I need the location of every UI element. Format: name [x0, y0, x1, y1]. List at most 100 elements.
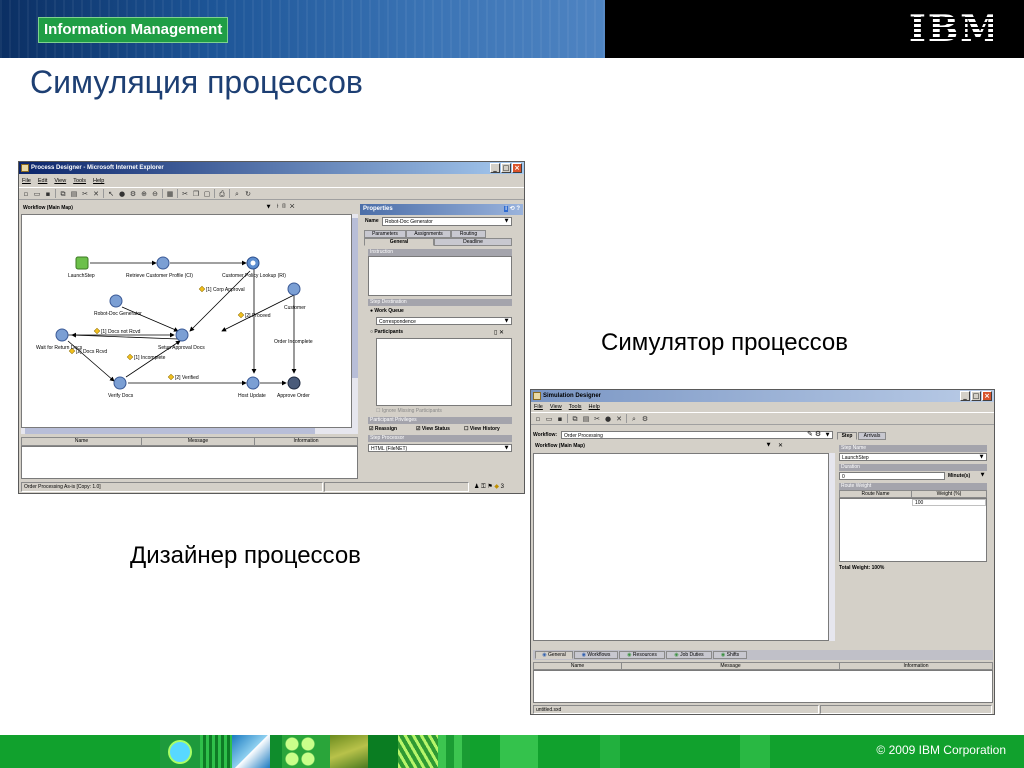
grid-icon[interactable]: ▦	[166, 190, 174, 198]
settings-icon[interactable]: ⚙	[641, 415, 649, 423]
grid-col-name[interactable]: Name	[534, 663, 622, 669]
menu-tools[interactable]: Tools	[73, 176, 86, 186]
link-icon[interactable]: ⟲	[510, 206, 515, 212]
setup-step-icon[interactable]	[175, 328, 189, 342]
work-queue-radio[interactable]: ● Work Queue	[370, 308, 404, 314]
tab-routing[interactable]: Routing	[451, 230, 486, 238]
menu-help[interactable]: Help	[93, 176, 104, 186]
save-icon[interactable]: ▪	[556, 415, 564, 423]
grid-col-message[interactable]: Message	[142, 438, 255, 445]
grid-col-information[interactable]: Information	[840, 663, 992, 669]
menu-file[interactable]: File	[22, 176, 31, 186]
reassign-checkbox[interactable]: ☑ Reassign	[369, 426, 397, 432]
tab-resources[interactable]: ◉ Resources	[619, 651, 665, 659]
approve-step-icon[interactable]	[287, 376, 301, 390]
delete-icon[interactable]: ✕	[92, 190, 100, 198]
find-icon[interactable]: ⌕	[233, 190, 241, 198]
delete-icon[interactable]: ✕	[615, 415, 623, 423]
pin-icon[interactable]: ⍿	[277, 204, 279, 210]
cut-icon[interactable]: ✂	[81, 190, 89, 198]
maximize-button[interactable]: □	[971, 391, 981, 401]
remove-icon[interactable]: ✕	[499, 330, 504, 336]
clear-icon[interactable]: ▢	[203, 190, 211, 198]
route-col-name[interactable]: Route Name	[840, 491, 912, 497]
tab-general[interactable]: General	[364, 238, 434, 246]
user-icon[interactable]: ♟	[474, 484, 479, 490]
tab-parameters[interactable]: Parameters	[364, 230, 406, 238]
open-icon[interactable]: ▭	[33, 190, 41, 198]
close-map-icon[interactable]: ✕	[290, 204, 295, 210]
edit-icon[interactable]: ✎	[807, 431, 813, 438]
cut-icon[interactable]: ✂	[593, 415, 601, 423]
tab-assignments[interactable]: Assignments	[406, 230, 451, 238]
tab-general[interactable]: ◉ General	[535, 651, 573, 659]
step-processor-select[interactable]: HTML (FileNET) ▼	[368, 444, 512, 452]
copy-icon[interactable]: ⧉	[571, 415, 579, 423]
edit-icon[interactable]: ▯	[494, 330, 497, 336]
tab-job-duties[interactable]: ◉ Job Duties	[666, 651, 712, 659]
grid-col-name[interactable]: Name	[22, 438, 142, 445]
menu-view[interactable]: View	[54, 176, 66, 186]
workflow-select[interactable]: Order Processing ▼	[561, 431, 833, 439]
instruction-textarea[interactable]	[368, 256, 512, 296]
customer-step-icon[interactable]	[287, 282, 301, 296]
grid-col-message[interactable]: Message	[622, 663, 840, 669]
zoom-out-icon[interactable]: ⊖	[151, 190, 159, 198]
robot-step-icon[interactable]	[109, 294, 123, 308]
step-icon[interactable]: ●	[118, 190, 126, 198]
workflow-map-select[interactable]: Workflow (Main Map) ▼	[21, 204, 273, 213]
page-icon[interactable]: ▯	[282, 204, 287, 210]
route-col-weight[interactable]: Weight (%)	[912, 491, 986, 497]
simulation-canvas[interactable]	[533, 453, 829, 641]
tab-deadline[interactable]: Deadline	[434, 238, 512, 246]
open-icon[interactable]: ▭	[545, 415, 553, 423]
step-icon[interactable]: ●	[604, 415, 612, 423]
canvas-vertical-scrollbar[interactable]	[352, 214, 358, 428]
help-icon[interactable]: ?	[516, 206, 520, 212]
copy-icon[interactable]: ⧉	[59, 190, 67, 198]
canvas-horizontal-scrollbar[interactable]	[21, 428, 358, 434]
tab-step[interactable]: Step	[837, 432, 857, 440]
zoom-in-icon[interactable]: ⊕	[140, 190, 148, 198]
paste-icon[interactable]: ▤	[70, 190, 78, 198]
map-close-icon[interactable]: ✕	[778, 442, 783, 449]
tab-workflows[interactable]: ◉ Workflows	[574, 651, 618, 659]
scissors-icon[interactable]: ✂	[181, 190, 189, 198]
minimize-button[interactable]: _	[960, 391, 970, 401]
close-button[interactable]: ×	[982, 391, 992, 401]
scrollbar-thumb[interactable]	[25, 428, 315, 434]
new-icon[interactable]: ▫	[22, 190, 30, 198]
verify-step-icon[interactable]	[113, 376, 127, 390]
pointer-icon[interactable]: ↖	[107, 190, 115, 198]
host-step-icon[interactable]	[246, 376, 260, 390]
route-weight-cell[interactable]: 100	[912, 499, 986, 506]
duration-unit-select[interactable]: Minute(s) ▼	[946, 472, 987, 480]
launch-step-icon[interactable]	[75, 256, 89, 270]
flag-icon[interactable]: ⚑	[487, 484, 492, 490]
participants-radio[interactable]: ○ Participants	[370, 329, 403, 335]
tab-arrivals[interactable]: Arrivals	[858, 432, 886, 440]
close-button[interactable]: ×	[512, 163, 522, 173]
refresh-icon[interactable]: ↻	[244, 190, 252, 198]
wait-step-icon[interactable]	[55, 328, 69, 342]
duration-input[interactable]: 0	[839, 472, 945, 480]
tab-shifts[interactable]: ◉ Shifts	[713, 651, 747, 659]
menu-edit[interactable]: Edit	[38, 176, 47, 186]
ignore-missing-checkbox[interactable]: ☐ Ignore Missing Participants	[376, 408, 442, 414]
step-name-select[interactable]: LaunchStep ▼	[839, 453, 987, 461]
grid-col-information[interactable]: Information	[255, 438, 357, 445]
maximize-button[interactable]: □	[501, 163, 511, 173]
route-icon[interactable]: ⚙	[129, 190, 137, 198]
scrollbar-thumb[interactable]	[352, 218, 358, 378]
retrieve-step-icon[interactable]	[156, 256, 170, 270]
view-status-checkbox[interactable]: ☑ View Status	[416, 426, 450, 432]
paste-icon[interactable]: ▤	[582, 415, 590, 423]
menu-tools[interactable]: Tools	[569, 402, 582, 412]
lock-icon[interactable]: ⚿	[481, 484, 486, 490]
menu-help[interactable]: Help	[589, 402, 600, 412]
save-icon[interactable]: ▪	[44, 190, 52, 198]
map-select[interactable]: Workflow (Main Map) ▼	[533, 442, 773, 451]
workflow-canvas[interactable]: LaunchStep Retrieve Customer Profile (CI…	[21, 214, 352, 428]
info-icon[interactable]: i	[504, 206, 508, 212]
view-history-checkbox[interactable]: ☐ View History	[464, 426, 500, 432]
